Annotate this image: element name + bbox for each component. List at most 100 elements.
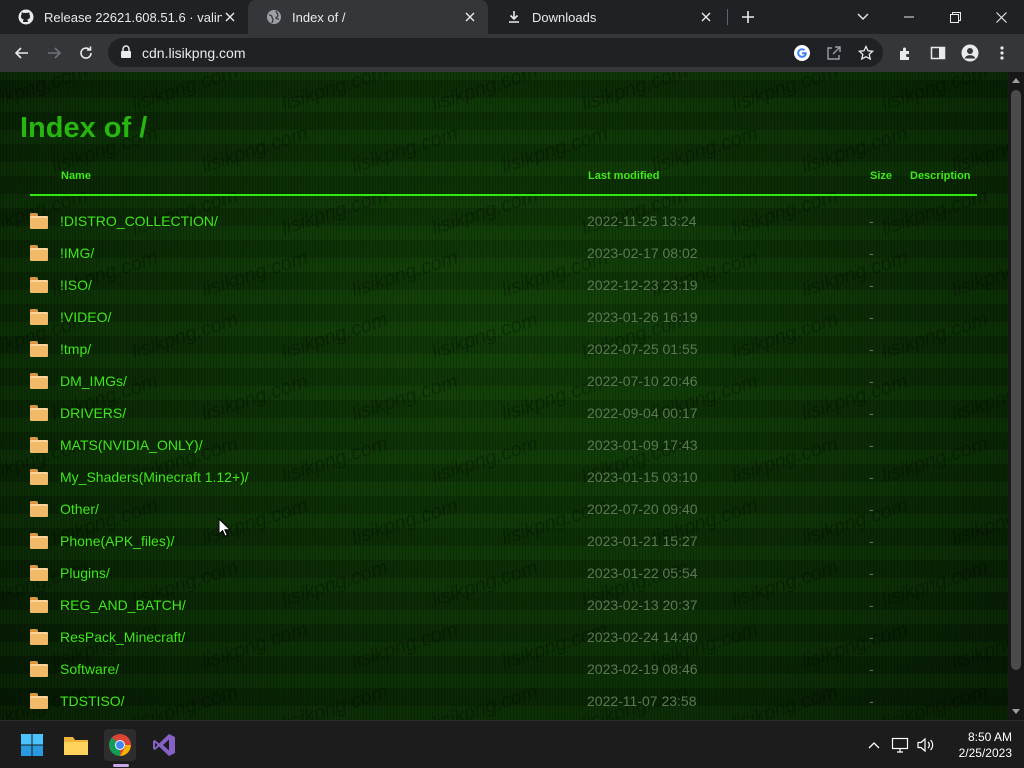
- tab-title: Release 22621.608.51.6 · valinet/E: [44, 9, 222, 25]
- directory-link[interactable]: !ISO/: [60, 277, 92, 293]
- windows-taskbar: 8:50 AM 2/25/2023: [0, 720, 1024, 768]
- share-icon[interactable]: [822, 41, 846, 65]
- directory-link[interactable]: My_Shaders(Minecraft 1.12+)/: [60, 469, 249, 485]
- folder-icon: [30, 629, 48, 645]
- directory-link[interactable]: Plugins/: [60, 565, 110, 581]
- new-tab-button[interactable]: [738, 7, 758, 27]
- show-hidden-icons-chevron-icon[interactable]: [864, 735, 884, 755]
- watermark-text: lisikpng.com: [429, 72, 541, 116]
- scroll-down-arrow-icon[interactable]: [1008, 704, 1024, 720]
- restore-button[interactable]: [932, 0, 978, 34]
- directory-link[interactable]: MATS(NVIDIA_ONLY)/: [60, 437, 203, 453]
- directory-row: My_Shaders(Minecraft 1.12+)/ 2023-01-15 0…: [30, 461, 977, 493]
- size-text: -: [869, 213, 874, 229]
- size-text: -: [869, 245, 874, 261]
- folder-icon: [30, 213, 48, 229]
- directory-link[interactable]: ResPack_Minecraft/: [60, 629, 185, 645]
- directory-link[interactable]: TDSTISO/: [60, 693, 125, 709]
- size-text: -: [869, 437, 874, 453]
- globe-icon: [266, 9, 282, 25]
- folder-icon: [30, 341, 48, 357]
- last-modified-text: 2023-02-24 14:40: [587, 629, 698, 645]
- watermark-text: lisikpng.com: [129, 72, 241, 116]
- folder-icon: [30, 277, 48, 293]
- directory-link[interactable]: REG_AND_BATCH/: [60, 597, 186, 613]
- tab-index-of[interactable]: Index of /: [248, 0, 488, 34]
- menu-kebab-icon[interactable]: [988, 39, 1016, 67]
- forward-button[interactable]: [40, 39, 68, 67]
- sort-by-last-modified-link[interactable]: Last modified: [588, 170, 660, 182]
- watermark-text: lisikpng.com: [279, 72, 391, 116]
- close-window-button[interactable]: [978, 0, 1024, 34]
- volume-icon[interactable]: [916, 735, 936, 755]
- bookmark-star-icon[interactable]: [854, 41, 878, 65]
- back-button[interactable]: [8, 39, 36, 67]
- page-title: Index of /: [20, 112, 148, 144]
- profile-avatar-icon[interactable]: [956, 39, 984, 67]
- page-viewport: lisikpng.com lisikpng.com lisikpng.com lisi…: [0, 72, 1008, 720]
- minimize-button[interactable]: [886, 0, 932, 34]
- directory-row: !tmp/2022-07-25 01:55 -: [30, 333, 977, 365]
- directory-link[interactable]: DRIVERS/: [60, 405, 126, 421]
- close-icon[interactable]: [222, 9, 238, 25]
- size-text: -: [869, 629, 874, 645]
- address-bar[interactable]: cdn.lisikpng.com: [108, 38, 883, 67]
- size-text: -: [869, 277, 874, 293]
- directory-link[interactable]: !IMG/: [60, 245, 94, 261]
- size-text: -: [869, 533, 874, 549]
- side-panel-icon[interactable]: [924, 39, 952, 67]
- windows-start-icon[interactable]: [16, 729, 48, 761]
- tab-github-release[interactable]: Release 22621.608.51.6 · valinet/E: [0, 0, 248, 34]
- folder-icon: [30, 309, 48, 325]
- folder-icon: [30, 533, 48, 549]
- sort-by-size-link[interactable]: Size: [870, 170, 892, 182]
- close-icon[interactable]: [462, 9, 478, 25]
- visual-studio-icon[interactable]: [148, 729, 180, 761]
- sort-by-name-link[interactable]: Name: [61, 170, 91, 182]
- last-modified-text: 2023-02-13 20:37: [587, 597, 698, 613]
- directory-link[interactable]: Phone(APK_files)/: [60, 533, 174, 549]
- chrome-icon[interactable]: [104, 729, 136, 761]
- google-lens-icon[interactable]: [790, 41, 814, 65]
- close-icon[interactable]: [698, 9, 714, 25]
- network-icon[interactable]: [890, 735, 910, 755]
- scrollbar-thumb[interactable]: [1011, 90, 1021, 670]
- watermark-text: lisikpng.com: [729, 72, 841, 116]
- size-text: -: [869, 661, 874, 677]
- directory-link[interactable]: !VIDEO/: [60, 309, 111, 325]
- watermark-text: lisikpng.com: [879, 72, 991, 116]
- last-modified-text: 2022-12-23 23:19: [587, 277, 698, 293]
- directory-link[interactable]: Software/: [60, 661, 119, 677]
- tab-downloads[interactable]: Downloads: [488, 0, 724, 34]
- folder-icon: [30, 469, 48, 485]
- page-scrollbar[interactable]: [1008, 72, 1024, 720]
- scroll-up-arrow-icon[interactable]: [1008, 72, 1024, 88]
- file-explorer-icon[interactable]: [60, 729, 92, 761]
- tab-title: Index of /: [292, 9, 346, 25]
- directory-link[interactable]: !tmp/: [60, 341, 91, 357]
- last-modified-text: 2022-09-04 00:17: [587, 405, 698, 421]
- taskbar-clock[interactable]: 8:50 AM 2/25/2023: [946, 729, 1012, 761]
- directory-link[interactable]: !DISTRO_COLLECTION/: [60, 213, 218, 229]
- size-text: -: [869, 469, 874, 485]
- extensions-icon[interactable]: [892, 39, 920, 67]
- browser-toolbar: cdn.lisikpng.com: [0, 34, 1024, 72]
- last-modified-text: 2023-01-09 17:43: [587, 437, 698, 453]
- folder-icon: [30, 245, 48, 261]
- directory-row: Phone(APK_files)/ 2023-01-21 15:27 -: [30, 525, 977, 557]
- size-text: -: [869, 565, 874, 581]
- sort-by-description-link[interactable]: Description: [910, 170, 971, 182]
- folder-icon: [30, 565, 48, 581]
- folder-icon: [30, 693, 48, 709]
- folder-icon: [30, 597, 48, 613]
- directory-link[interactable]: DM_IMGs/: [60, 373, 127, 389]
- tab-search-button[interactable]: [840, 0, 886, 34]
- directory-listing: !DISTRO_COLLECTION/2022-11-25 13:24- !IMG…: [30, 205, 977, 717]
- url-text: cdn.lisikpng.com: [142, 45, 246, 61]
- reload-button[interactable]: [72, 39, 100, 67]
- size-text: -: [869, 373, 874, 389]
- lock-icon[interactable]: [120, 45, 132, 64]
- directory-link[interactable]: Other/: [60, 501, 99, 517]
- last-modified-text: 2023-01-26 16:19: [587, 309, 698, 325]
- last-modified-text: 2023-02-19 08:46: [587, 661, 698, 677]
